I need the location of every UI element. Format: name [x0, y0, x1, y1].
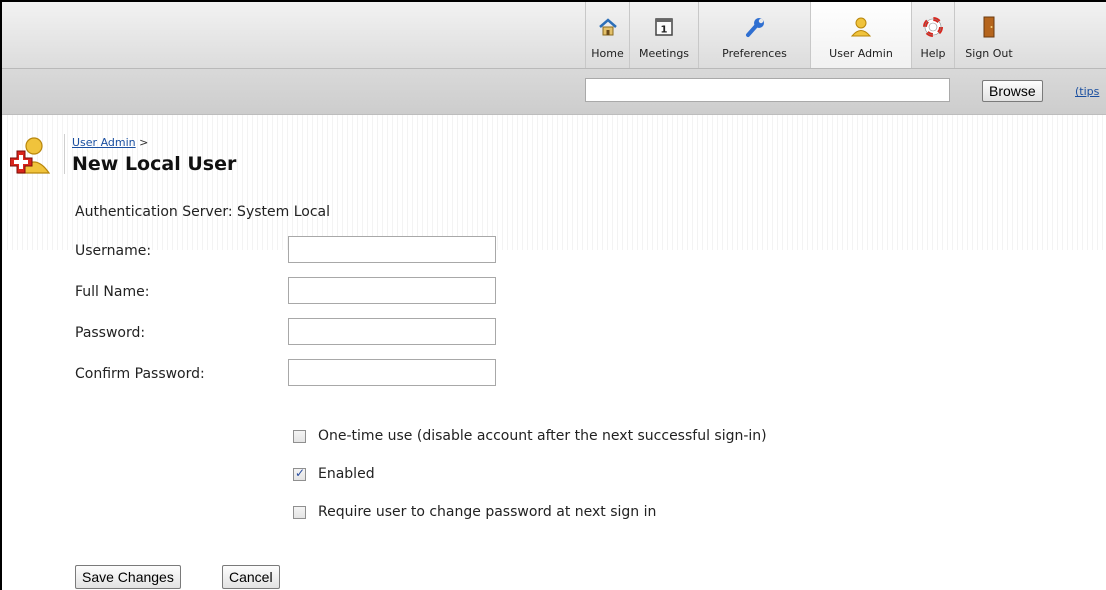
enabled-label: Enabled: [318, 466, 375, 482]
require-password-change-label: Require user to change password at next …: [318, 504, 657, 520]
user-icon: [850, 14, 872, 40]
search-input[interactable]: [585, 78, 950, 102]
breadcrumb-user-admin-link[interactable]: User Admin: [72, 136, 136, 149]
confirm-password-label: Confirm Password:: [75, 366, 205, 382]
search-bar: Browse (tips: [2, 69, 1106, 115]
onetime-use-option: One-time use (disable account after the …: [293, 428, 767, 444]
breadcrumb: User Admin >: [72, 136, 148, 149]
tab-help-label: Help: [920, 47, 946, 60]
tab-home[interactable]: Home: [585, 2, 629, 68]
tab-preferences-label: Preferences: [722, 47, 787, 60]
enabled-option: Enabled: [293, 466, 375, 482]
require-password-change-checkbox[interactable]: [293, 505, 306, 519]
door-icon: [980, 14, 998, 40]
tab-user-admin[interactable]: User Admin: [810, 2, 911, 68]
nav-tabs: Home 1 Meetings Preferences User Admin H…: [585, 2, 1023, 68]
svg-text:1: 1: [661, 25, 668, 36]
enabled-checkbox[interactable]: [293, 466, 306, 481]
page-title: New Local User: [72, 153, 237, 175]
tab-meetings[interactable]: 1 Meetings: [629, 2, 698, 68]
wrench-icon: [744, 14, 766, 40]
username-field[interactable]: [288, 236, 496, 263]
password-field[interactable]: [288, 318, 496, 345]
save-changes-button[interactable]: Save Changes: [75, 565, 181, 589]
browse-button[interactable]: Browse: [982, 80, 1043, 102]
home-icon: [598, 14, 618, 40]
tab-user-admin-label: User Admin: [829, 47, 893, 60]
top-nav-bar: Home 1 Meetings Preferences User Admin H…: [2, 2, 1106, 69]
calendar-icon: 1: [654, 14, 674, 40]
tab-sign-out-label: Sign Out: [965, 47, 1013, 60]
onetime-use-checkbox[interactable]: [293, 429, 306, 443]
tab-help[interactable]: Help: [911, 2, 954, 68]
confirm-password-field[interactable]: [288, 359, 496, 386]
tips-link[interactable]: (tips: [1075, 85, 1099, 98]
tab-preferences[interactable]: Preferences: [698, 2, 810, 68]
fullname-field[interactable]: [288, 277, 496, 304]
tab-sign-out[interactable]: Sign Out: [954, 2, 1023, 68]
header-pattern-background: [2, 115, 1106, 250]
authentication-server-label: Authentication Server: System Local: [75, 204, 330, 220]
onetime-use-label: One-time use (disable account after the …: [318, 428, 767, 444]
fullname-label: Full Name:: [75, 284, 150, 300]
tab-meetings-label: Meetings: [638, 47, 690, 60]
require-password-change-option: Require user to change password at next …: [293, 504, 656, 520]
add-user-icon: [9, 137, 52, 181]
cancel-button[interactable]: Cancel: [222, 565, 280, 589]
password-label: Password:: [75, 325, 146, 341]
breadcrumb-separator: >: [135, 136, 149, 149]
username-label: Username:: [75, 243, 152, 259]
lifebuoy-icon: [923, 14, 943, 40]
tab-home-label: Home: [591, 47, 624, 60]
title-divider: [64, 134, 65, 174]
